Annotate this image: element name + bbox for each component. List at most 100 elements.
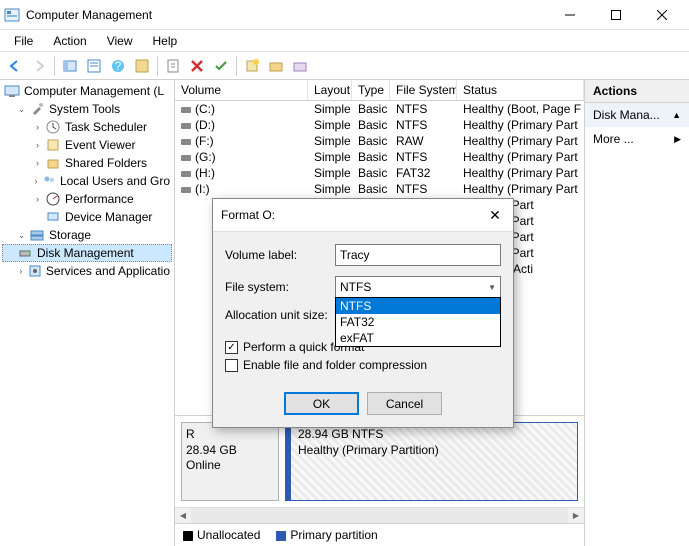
menu-view[interactable]: View xyxy=(97,32,143,50)
tree-pane: Computer Management (L ⌄ System Tools ›T… xyxy=(0,80,175,546)
volume-label-label: Volume label: xyxy=(225,248,335,262)
expand-icon[interactable]: › xyxy=(16,266,26,277)
expand-icon[interactable]: › xyxy=(32,140,43,151)
actions-pane: Actions Disk Mana... ▲ More ... ▶ xyxy=(584,80,689,546)
volume-label-input[interactable] xyxy=(335,244,501,266)
users-icon xyxy=(42,173,56,189)
legend: Unallocated Primary partition xyxy=(175,523,584,546)
minimize-button[interactable] xyxy=(547,0,593,30)
back-button[interactable] xyxy=(4,55,26,77)
maximize-button[interactable] xyxy=(593,0,639,30)
table-row[interactable]: (F:)SimpleBasicRAWHealthy (Primary Part xyxy=(175,133,584,149)
dropdown-option-ntfs[interactable]: NTFS xyxy=(336,298,500,314)
menu-file[interactable]: File xyxy=(4,32,43,50)
device-icon xyxy=(45,209,61,225)
help-button[interactable]: ? xyxy=(107,55,129,77)
expand-icon[interactable]: › xyxy=(32,176,40,187)
col-volume[interactable]: Volume xyxy=(175,80,308,100)
app-icon xyxy=(4,7,20,23)
actions-more[interactable]: More ... ▶ xyxy=(585,127,689,151)
quick-format-checkbox[interactable]: ✓ xyxy=(225,341,238,354)
col-type[interactable]: Type xyxy=(352,80,390,100)
expand-icon[interactable]: › xyxy=(32,158,43,169)
legend-primary: Primary partition xyxy=(276,528,377,542)
folder-icon xyxy=(45,155,61,171)
toolbar-icon-folder[interactable] xyxy=(265,55,287,77)
delete-button[interactable] xyxy=(186,55,208,77)
toolbar: ? xyxy=(0,52,689,80)
window-title: Computer Management xyxy=(26,8,547,22)
actions-disk-management[interactable]: Disk Mana... ▲ xyxy=(585,103,689,127)
event-icon xyxy=(45,137,61,153)
tree-device-manager[interactable]: ›Device Manager xyxy=(2,208,172,226)
table-row[interactable]: (I:)SimpleBasicNTFSHealthy (Primary Part xyxy=(175,181,584,197)
toolbar-icon-new[interactable] xyxy=(241,55,263,77)
menubar: File Action View Help xyxy=(0,30,689,52)
collapse-icon[interactable]: ⌄ xyxy=(16,104,27,115)
collapse-icon[interactable]: ⌄ xyxy=(16,230,27,241)
actions-header: Actions xyxy=(585,80,689,103)
dropdown-option-exfat[interactable]: exFAT xyxy=(336,330,500,346)
table-header: Volume Layout Type File System Status xyxy=(175,80,584,101)
forward-button[interactable] xyxy=(28,55,50,77)
table-row[interactable]: (D:)SimpleBasicNTFSHealthy (Primary Part xyxy=(175,117,584,133)
menu-help[interactable]: Help xyxy=(143,32,188,50)
tree-system-tools[interactable]: ⌄ System Tools xyxy=(2,100,172,118)
tree-storage[interactable]: ⌄ Storage xyxy=(2,226,172,244)
clock-icon xyxy=(45,119,61,135)
col-status[interactable]: Status xyxy=(457,80,584,100)
legend-unallocated: Unallocated xyxy=(183,528,260,542)
tree-shared-folders[interactable]: ›Shared Folders xyxy=(2,154,172,172)
expand-icon[interactable]: › xyxy=(32,122,43,133)
close-button[interactable] xyxy=(639,0,685,30)
collapse-icon: ▲ xyxy=(672,110,681,120)
table-row[interactable]: (G:)SimpleBasicNTFSHealthy (Primary Part xyxy=(175,149,584,165)
scroll-right-icon[interactable]: ▶ xyxy=(568,508,584,524)
dialog-title: Format O: xyxy=(221,208,275,222)
ok-button[interactable]: OK xyxy=(284,392,359,415)
svg-text:?: ? xyxy=(115,59,122,73)
cancel-button[interactable]: Cancel xyxy=(367,392,442,415)
tree-local-users[interactable]: ›Local Users and Gro xyxy=(2,172,172,190)
perf-icon xyxy=(45,191,61,207)
properties-button[interactable] xyxy=(83,55,105,77)
dialog-titlebar: Format O: ✕ xyxy=(213,199,513,232)
horizontal-scrollbar[interactable]: ◀ ▶ xyxy=(175,507,584,523)
compression-checkbox[interactable] xyxy=(225,359,238,372)
tree-disk-management[interactable]: ›Disk Management xyxy=(2,244,172,262)
chevron-down-icon: ▼ xyxy=(488,283,496,292)
tree-task-scheduler[interactable]: ›Task Scheduler xyxy=(2,118,172,136)
dialog-close-button[interactable]: ✕ xyxy=(485,205,505,225)
services-icon xyxy=(28,263,42,279)
tree-event-viewer[interactable]: ›Event Viewer xyxy=(2,136,172,154)
file-system-dropdown: NTFS FAT32 exFAT xyxy=(335,297,501,347)
refresh-button[interactable] xyxy=(162,55,184,77)
titlebar: Computer Management xyxy=(0,0,689,30)
tree-services[interactable]: ›Services and Applicatio xyxy=(2,262,172,280)
window-controls xyxy=(547,0,685,30)
toolbar-icon-1[interactable] xyxy=(131,55,153,77)
toolbar-icon-last[interactable] xyxy=(289,55,311,77)
dropdown-option-fat32[interactable]: FAT32 xyxy=(336,314,500,330)
disk-partition[interactable]: 28.94 GB NTFS Healthy (Primary Partition… xyxy=(285,422,578,501)
compression-checkbox-row[interactable]: Enable file and folder compression xyxy=(225,358,501,372)
toolbar-icon-check[interactable] xyxy=(210,55,232,77)
menu-action[interactable]: Action xyxy=(43,32,96,50)
file-system-combo[interactable]: NTFS ▼ xyxy=(335,276,501,298)
tree-root[interactable]: Computer Management (L xyxy=(2,82,172,100)
disk-map-pane: R 28.94 GB Online 28.94 GB NTFS Healthy … xyxy=(175,416,584,546)
table-row[interactable]: (C:)SimpleBasicNTFSHealthy (Boot, Page F xyxy=(175,101,584,117)
tools-icon xyxy=(29,101,45,117)
col-layout[interactable]: Layout xyxy=(308,80,352,100)
file-system-label: File system: xyxy=(225,280,335,294)
disk-info[interactable]: R 28.94 GB Online xyxy=(181,422,279,501)
scroll-left-icon[interactable]: ◀ xyxy=(175,508,191,524)
col-filesystem[interactable]: File System xyxy=(390,80,457,100)
tree-performance[interactable]: ›Performance xyxy=(2,190,172,208)
show-hide-tree-button[interactable] xyxy=(59,55,81,77)
table-row[interactable]: (H:)SimpleBasicFAT32Healthy (Primary Par… xyxy=(175,165,584,181)
computer-icon xyxy=(4,83,20,99)
expand-icon[interactable]: › xyxy=(32,194,43,205)
storage-icon xyxy=(29,227,45,243)
chevron-right-icon: ▶ xyxy=(674,134,681,145)
